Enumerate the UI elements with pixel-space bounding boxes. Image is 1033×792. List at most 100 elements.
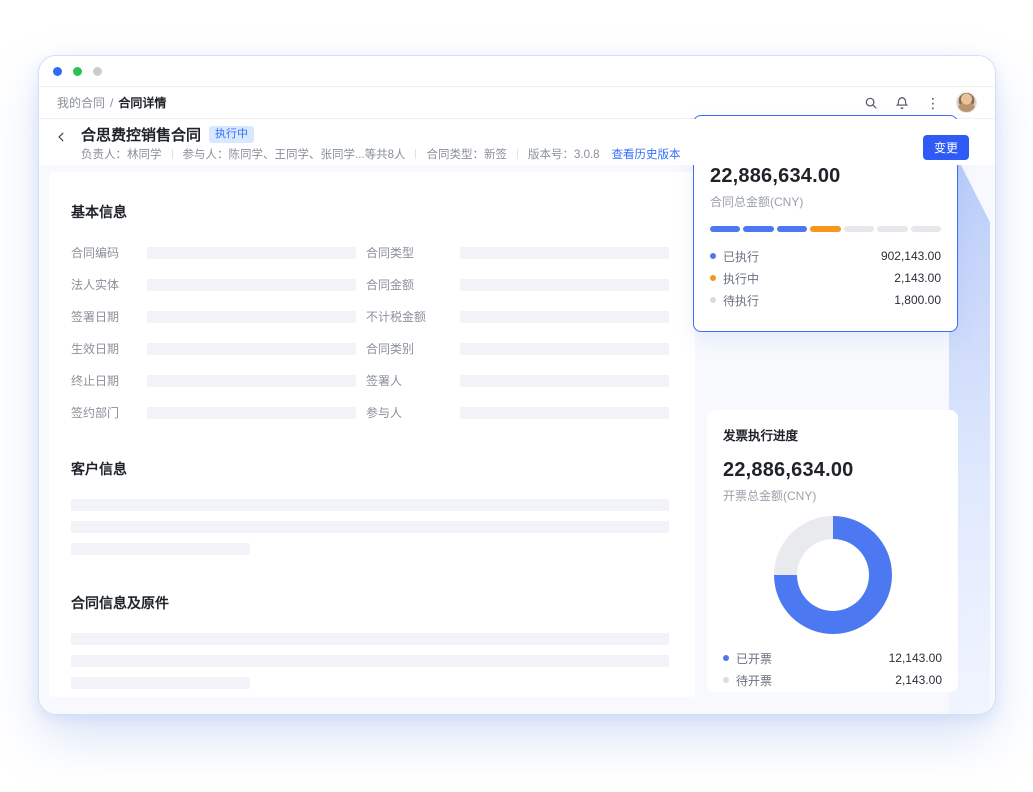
progress-segment xyxy=(743,226,773,232)
legend-row: 已执行 902,143.00 xyxy=(710,245,941,267)
field-value-skeleton xyxy=(147,311,356,323)
legend-label: 待开票 xyxy=(736,672,772,689)
field-value-skeleton xyxy=(460,247,669,259)
customer-info-skeletons xyxy=(71,499,669,555)
field-value-skeleton xyxy=(147,279,356,291)
meta-contract-type: 合同类型：新签 xyxy=(426,146,507,162)
payment-total-amount: 22,886,634.00 xyxy=(710,165,941,188)
invoice-total-amount: 22,886,634.00 xyxy=(723,459,942,482)
legend-dot-executing xyxy=(710,275,716,281)
meta-participants: 参与人：陈同学、王同学、张同学...等共8人 xyxy=(183,146,406,162)
contract-files-skeletons xyxy=(71,633,669,689)
section-title-customer-info: 客户信息 xyxy=(71,459,669,479)
payment-progress-bar xyxy=(710,226,941,232)
field-value-skeleton xyxy=(147,247,356,259)
field-value-skeleton xyxy=(460,375,669,387)
field-label: 合同编码 xyxy=(71,244,137,261)
contract-detail-panel: 基本信息 合同编码 合同类型 法人实体 合同金额 签署日期 不计税金额 生效日期… xyxy=(49,172,695,697)
legend-dot-unissued xyxy=(723,677,729,683)
field-label: 法人实体 xyxy=(71,276,137,293)
legend-label: 待执行 xyxy=(723,292,759,309)
legend-label: 已开票 xyxy=(736,650,772,667)
window-dot-gray[interactable] xyxy=(93,67,102,76)
skeleton-line xyxy=(71,521,669,533)
legend-value: 12,143.00 xyxy=(889,651,942,665)
payment-legend: 已执行 902,143.00 执行中 2,143.00 待执行 1,800.00 xyxy=(710,245,941,311)
topbar: 我的合同 / 合同详情 ⋮ xyxy=(39,87,995,118)
field-label: 终止日期 xyxy=(71,372,137,389)
field-label: 签约部门 xyxy=(71,404,137,421)
meta-owner: 负责人：林同学 xyxy=(81,146,162,162)
status-badge: 执行中 xyxy=(209,126,254,143)
breadcrumb: 我的合同 / 合同详情 xyxy=(57,94,166,111)
field-value-skeleton xyxy=(147,375,356,387)
field-value-skeleton xyxy=(460,311,669,323)
invoice-card-title: 发票执行进度 xyxy=(723,425,942,444)
section-title-contract-files: 合同信息及原件 xyxy=(71,593,669,613)
legend-dot-executed xyxy=(710,253,716,259)
invoice-legend: 已开票 12,143.00 待开票 2,143.00 xyxy=(723,647,942,691)
skeleton-line xyxy=(71,655,669,667)
field-label: 不计税金额 xyxy=(366,308,450,325)
more-menu-icon[interactable]: ⋮ xyxy=(925,95,941,111)
breadcrumb-separator: / xyxy=(110,96,113,110)
legend-value: 902,143.00 xyxy=(881,249,941,263)
breadcrumb-current: 合同详情 xyxy=(118,94,166,111)
field-label: 合同类别 xyxy=(366,340,450,357)
window-dot-green[interactable] xyxy=(73,67,82,76)
skeleton-line xyxy=(71,499,669,511)
topbar-actions: ⋮ xyxy=(863,92,977,113)
section-title-basic-info: 基本信息 xyxy=(71,202,669,222)
field-value-skeleton xyxy=(460,279,669,291)
change-button[interactable]: 变更 xyxy=(923,135,969,160)
progress-segment xyxy=(844,226,874,232)
field-label: 签署日期 xyxy=(71,308,137,325)
payment-amount-label: 合同总金额(CNY) xyxy=(710,193,941,210)
progress-segment xyxy=(710,226,740,232)
progress-segment xyxy=(877,226,907,232)
field-label: 参与人 xyxy=(366,404,450,421)
view-history-link[interactable]: 查看历史版本 xyxy=(612,146,681,162)
contract-header: 合思费控销售合同 执行中 负责人：林同学 参与人：陈同学、王同学、张同学...等… xyxy=(39,119,995,165)
field-value-skeleton xyxy=(147,407,356,419)
window-dot-blue[interactable] xyxy=(53,67,62,76)
contract-meta: 负责人：林同学 参与人：陈同学、王同学、张同学...等共8人 合同类型：新签 版… xyxy=(81,146,681,162)
legend-value: 2,143.00 xyxy=(895,673,942,687)
app-window: 我的合同 / 合同详情 ⋮ 合思费控销售合同 执行中 负责人：林同学 参与人：陈… xyxy=(38,55,996,715)
legend-label: 执行中 xyxy=(723,270,759,287)
skeleton-line xyxy=(71,677,250,689)
bell-icon[interactable] xyxy=(894,95,910,111)
basic-info-fields: 合同编码 合同类型 法人实体 合同金额 签署日期 不计税金额 生效日期 合同类别… xyxy=(71,244,669,421)
user-avatar[interactable] xyxy=(956,92,977,113)
legend-value: 1,800.00 xyxy=(894,293,941,307)
skeleton-line xyxy=(71,543,250,555)
field-label: 签署人 xyxy=(366,372,450,389)
legend-label: 已执行 xyxy=(723,248,759,265)
field-label: 生效日期 xyxy=(71,340,137,357)
field-label: 合同类型 xyxy=(366,244,450,261)
meta-version: 版本号：3.0.8 xyxy=(528,146,600,162)
page-title: 合思费控销售合同 xyxy=(81,124,201,145)
back-chevron-icon[interactable] xyxy=(55,130,71,146)
legend-row: 已开票 12,143.00 xyxy=(723,647,942,669)
window-titlebar xyxy=(39,56,995,86)
field-label: 合同金额 xyxy=(366,276,450,293)
invoice-amount-label: 开票总金额(CNY) xyxy=(723,487,942,504)
legend-row: 待开票 2,143.00 xyxy=(723,669,942,691)
invoice-donut-chart xyxy=(774,516,892,634)
legend-dot-pending xyxy=(710,297,716,303)
field-value-skeleton xyxy=(460,407,669,419)
legend-value: 2,143.00 xyxy=(894,271,941,285)
breadcrumb-parent[interactable]: 我的合同 xyxy=(57,94,105,111)
legend-dot-issued xyxy=(723,655,729,661)
field-value-skeleton xyxy=(460,343,669,355)
search-icon[interactable] xyxy=(863,95,879,111)
progress-segment xyxy=(777,226,807,232)
legend-row: 待执行 1,800.00 xyxy=(710,289,941,311)
invoice-progress-card: 发票执行进度 22,886,634.00 开票总金额(CNY) 已开票 12,1… xyxy=(707,410,958,692)
legend-row: 执行中 2,143.00 xyxy=(710,267,941,289)
content-area: 基本信息 合同编码 合同类型 法人实体 合同金额 签署日期 不计税金额 生效日期… xyxy=(39,165,995,715)
field-value-skeleton xyxy=(147,343,356,355)
progress-segment xyxy=(911,226,941,232)
progress-segment xyxy=(810,226,840,232)
